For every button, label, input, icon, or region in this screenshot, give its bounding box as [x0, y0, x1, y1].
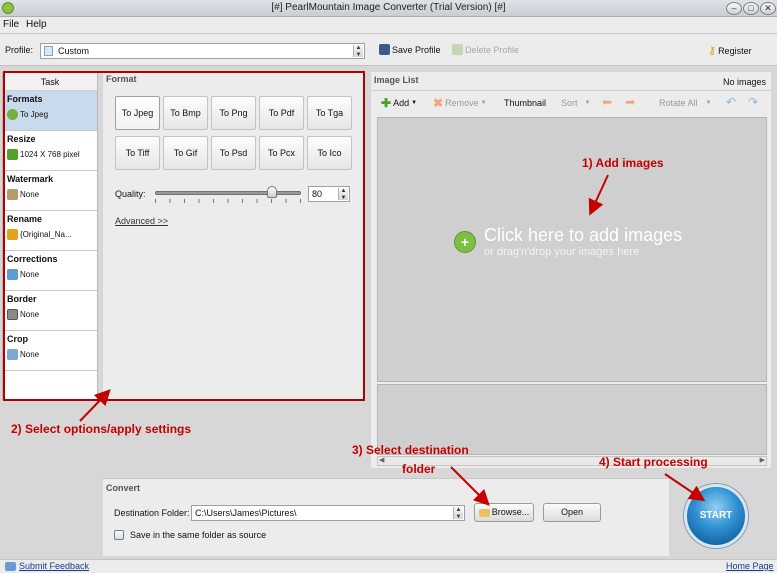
arrow-start: [664, 473, 706, 502]
arrow-select-options: [79, 389, 111, 422]
arrow-destination: [450, 466, 490, 506]
annotation-arrows: [79, 174, 706, 506]
arrow-add-images: [588, 174, 609, 216]
